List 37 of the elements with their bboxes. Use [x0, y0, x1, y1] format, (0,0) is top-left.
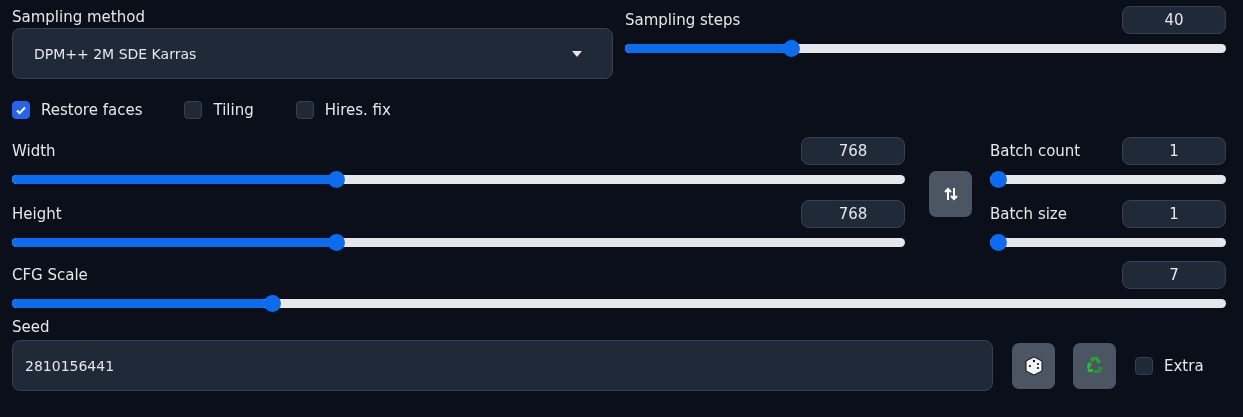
checkbox[interactable]: [1135, 356, 1153, 375]
number-field[interactable]: 1: [1122, 200, 1226, 228]
slider-thumb[interactable]: [327, 234, 345, 251]
checkbox[interactable]: [295, 101, 314, 119]
slider-label: Batch count: [990, 142, 1081, 160]
checkbox[interactable]: [12, 101, 30, 119]
slider-label: Batch size: [990, 205, 1067, 223]
number-field[interactable]: 7: [1122, 261, 1226, 289]
field-label: Seed: [12, 318, 51, 338]
number-field[interactable]: 40: [1122, 6, 1226, 34]
checkbox-label: Hires. fix: [324, 101, 391, 119]
slider-thumb[interactable]: [782, 40, 800, 57]
slider-thumb[interactable]: [263, 295, 281, 312]
checkbox-label: Extra: [1164, 356, 1204, 375]
random-seed-button[interactable]: [1012, 342, 1055, 389]
slider-thumb[interactable]: [990, 234, 1007, 251]
slider-thumb[interactable]: [990, 171, 1007, 188]
checkbox-label: Tiling: [213, 101, 254, 119]
number-field[interactable]: 768: [801, 200, 905, 228]
check-icon: [15, 104, 27, 116]
slider-label: CFG Scale: [12, 266, 88, 284]
slider-thumb[interactable]: [327, 171, 345, 188]
slider-label: Height: [12, 205, 62, 223]
checkbox-label: Restore faces: [41, 101, 143, 119]
swap-arrows-icon: [942, 186, 959, 202]
slider-label: Sampling steps: [625, 11, 741, 29]
slider-label: Width: [12, 142, 56, 160]
reuse-seed-button[interactable]: [1073, 342, 1116, 389]
number-field[interactable]: 768: [801, 137, 905, 165]
caret-icon: [572, 50, 582, 57]
swap-button[interactable]: [929, 171, 972, 217]
checkbox[interactable]: [184, 101, 203, 119]
seed-field[interactable]: 2810156441: [12, 340, 993, 391]
dice-icon: [1023, 355, 1044, 376]
dropdown[interactable]: DPM++ 2M SDE Karras: [12, 28, 613, 79]
field-label: Sampling method: [12, 7, 146, 28]
number-field[interactable]: 1: [1122, 137, 1226, 165]
